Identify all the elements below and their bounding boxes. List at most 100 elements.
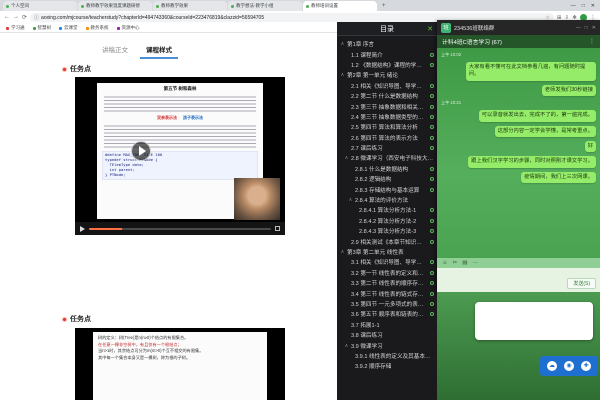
collapse-arrow-icon[interactable]: ∧	[344, 155, 349, 161]
toc-item[interactable]: ∧ 第1章 序言	[340, 39, 434, 49]
toc-item-label: 2.8.4 算法的评价方法	[355, 196, 434, 204]
completed-check-icon	[430, 208, 434, 212]
collapse-arrow-icon[interactable]: ∧	[340, 41, 345, 47]
video-play-icon[interactable]	[80, 226, 85, 232]
browser-tab[interactable]: 教师教学效果温度课题研修	[78, 1, 152, 11]
chat-message: 好	[585, 141, 596, 152]
new-tab-button[interactable]: +	[378, 3, 390, 9]
chat-toolbar-icon[interactable]: ▤	[462, 260, 467, 266]
toc-item[interactable]: 2.8.4.1 算法分析方法-1	[340, 205, 434, 215]
toc-item[interactable]: 3.9.1 线性表的定义及其基本操作	[340, 351, 434, 361]
toc-item[interactable]: 2.7 课后练习	[340, 143, 434, 153]
nav-button-icon[interactable]: →	[13, 14, 19, 21]
toc-item[interactable]: 3.7 拓展1-1	[340, 320, 434, 330]
toc-item-label: 2.2 第二节 什么是数据结构	[351, 92, 427, 100]
popup-card[interactable]	[475, 302, 593, 340]
toc-item[interactable]: 2.6 第四节 算法的表示方法	[340, 133, 434, 143]
toc-item[interactable]: 2.8.3 存储结构与基本运算	[340, 184, 434, 194]
collapse-arrow-icon[interactable]: ∧	[344, 343, 349, 349]
bookmark-item[interactable]: 云课堂	[59, 25, 78, 31]
toc-item[interactable]: 3.5 第四节 一元多项式的表示及相加	[340, 299, 434, 309]
toc-item[interactable]: 2.1 相关《知识导图、导学案》	[340, 81, 434, 91]
toc-item-label: 3.1 相关《知识导图、导学案》	[351, 258, 427, 266]
send-button[interactable]: 发送(S)	[567, 278, 596, 289]
toc-item[interactable]: 3.9.2 顺序存储	[340, 361, 434, 371]
browser-tab[interactable]: 教师培训设置	[303, 1, 377, 11]
screen: 个人空间 教师教学效果温度课题研修 教师教学效果 教学想法·教学	[0, 0, 600, 400]
chat-input[interactable]: 发送(S)	[437, 268, 600, 292]
window-control-icon[interactable]: ✕	[591, 3, 595, 9]
group-avatar[interactable]: 班	[441, 23, 451, 33]
toc-item[interactable]: 1.2 《数据结构》课程的学习与考核	[340, 60, 434, 70]
toc-item[interactable]: ∧ 第3章 第二单元 线性表	[340, 247, 434, 257]
toc-item[interactable]: 2.8.4.2 算法分析方法-2	[340, 216, 434, 226]
completed-check-icon	[430, 105, 434, 109]
browser-tab[interactable]: 教学想法·教学小组	[228, 1, 302, 11]
video-progress-bar[interactable]	[89, 228, 271, 230]
tab-label: 教师培训设置	[311, 3, 338, 9]
tray-icon[interactable]: ◉	[564, 361, 574, 371]
toc-item-label: 1.2 《数据结构》课程的学习与考核	[351, 61, 427, 69]
toc-item[interactable]: 3.4 第三节 线性表的链式存储结构	[340, 288, 434, 298]
page-tab[interactable]: 课程样式	[140, 42, 178, 59]
chat-message: 这部分内容一定学会学懂，是常考重点。	[495, 126, 596, 137]
toc-item[interactable]: 3.8 课后练习	[340, 330, 434, 340]
toc-item[interactable]: 3.1 相关《知识导图、导学案》	[340, 257, 434, 267]
play-button[interactable]	[131, 141, 151, 161]
toc-item[interactable]: 3.6 第五节 顺序表和链表的比较	[340, 309, 434, 319]
chat-menu-icon[interactable]: ⋮	[589, 38, 595, 45]
chat-toolbar-icon[interactable]: ✂	[453, 260, 458, 266]
toc-item-label: 3.2 第一节 线性表的定义和特点	[351, 269, 427, 277]
toc-item[interactable]: 2.2 第二节 什么是数据结构	[340, 91, 434, 101]
collapse-arrow-icon[interactable]: ∧	[340, 72, 345, 78]
completed-check-icon	[430, 292, 434, 296]
document-viewer[interactable]: 树的定义：树(Tree)是n(n≥0)个结点的有限集合。在任意一棵非空树中，有且…	[75, 328, 285, 400]
bookmark-item[interactable]: 教务系统	[86, 25, 109, 31]
chat-message-area: 上午 10:02 大家有看不懂可在此文档参看几遍，有问题随时提问。 老师发我们3…	[437, 48, 600, 258]
toc-item-label: 3.4 第三节 线性表的链式存储结构	[351, 290, 427, 298]
window-control-icon[interactable]: —	[576, 25, 581, 31]
tray-icon[interactable]: ✚	[581, 361, 591, 371]
tray-icon[interactable]: ☁	[547, 361, 557, 371]
fullscreen-icon[interactable]	[275, 226, 280, 231]
toc-item-label: 2.8.3 存储结构与基本运算	[355, 186, 427, 194]
toc-item[interactable]: 3.3 第二节 线性表的顺序存储结构	[340, 278, 434, 288]
window-control-icon[interactable]: ✕	[592, 25, 596, 31]
window-control-icon[interactable]: —	[571, 3, 576, 9]
bookmark-item[interactable]: 学习通	[6, 25, 25, 31]
toc-item-label: 2.8.4.3 算法分析方法-3	[359, 227, 427, 235]
browser-tab[interactable]: 个人空间	[3, 1, 77, 11]
bookmark-item[interactable]: 智慧树	[33, 25, 52, 31]
bookmark-item[interactable]: 资源中心	[117, 25, 140, 31]
collapse-arrow-icon[interactable]: ∧	[340, 249, 345, 255]
collapse-arrow-icon[interactable]: ∧	[348, 197, 353, 203]
toc-item-label: 2.1 相关《知识导图、导学案》	[351, 82, 427, 90]
toc-item[interactable]: 2.3 第三节 抽象数据和相关概念	[340, 101, 434, 111]
chat-message: 老师发我们30秒链接	[542, 85, 596, 96]
toc-item[interactable]: 2.9 相关测试《本章节知识点测试》	[340, 236, 434, 246]
toc-close-icon[interactable]: ✕	[427, 25, 433, 33]
toc-item[interactable]: 2.8.1 什么是数据结构	[340, 164, 434, 174]
toc-item[interactable]: 2.8.2 逻辑结构	[340, 174, 434, 184]
browser-tab[interactable]: 教师教学效果	[153, 1, 227, 11]
toc-item[interactable]: 1.1 课程简介	[340, 49, 434, 59]
nav-button-icon[interactable]: ←	[4, 14, 10, 21]
toc-item[interactable]: 2.8.4.3 算法分析方法-3	[340, 226, 434, 236]
video-player[interactable]: 第五节 树和森林 双亲表示法孩子表示法 #define MAX_TREE_SIZ…	[75, 77, 285, 235]
toc-item[interactable]: 2.4 第三节 抽象数据类型的表示	[340, 112, 434, 122]
nav-button-icon[interactable]: ⟳	[22, 14, 27, 21]
slide-keyword: 孩子表示法	[183, 115, 203, 121]
toc-item[interactable]: 2.5 第四节 算法和算法分析	[340, 122, 434, 132]
chat-toolbar-icon[interactable]: ⋯	[472, 260, 478, 266]
completed-check-icon	[430, 219, 434, 223]
toc-item[interactable]: ∧ 第2章 第一单元 绪论	[340, 70, 434, 80]
window-control-icon[interactable]: □	[582, 3, 585, 9]
toc-item[interactable]: ∧ 3.9 微课学习	[340, 340, 434, 350]
page-tab[interactable]: 讲稿正文	[96, 42, 134, 59]
toc-item[interactable]: 3.2 第一节 线性表的定义和特点	[340, 268, 434, 278]
toc-item[interactable]: ∧ 2.8 微课学习（西安电子科技大学）	[340, 153, 434, 163]
window-control-icon[interactable]: □	[585, 25, 588, 31]
page-info-icon[interactable]: ⓘ	[34, 14, 39, 21]
toc-item[interactable]: ∧ 2.8.4 算法的评价方法	[340, 195, 434, 205]
chat-toolbar-icon[interactable]: ☺	[442, 260, 448, 266]
